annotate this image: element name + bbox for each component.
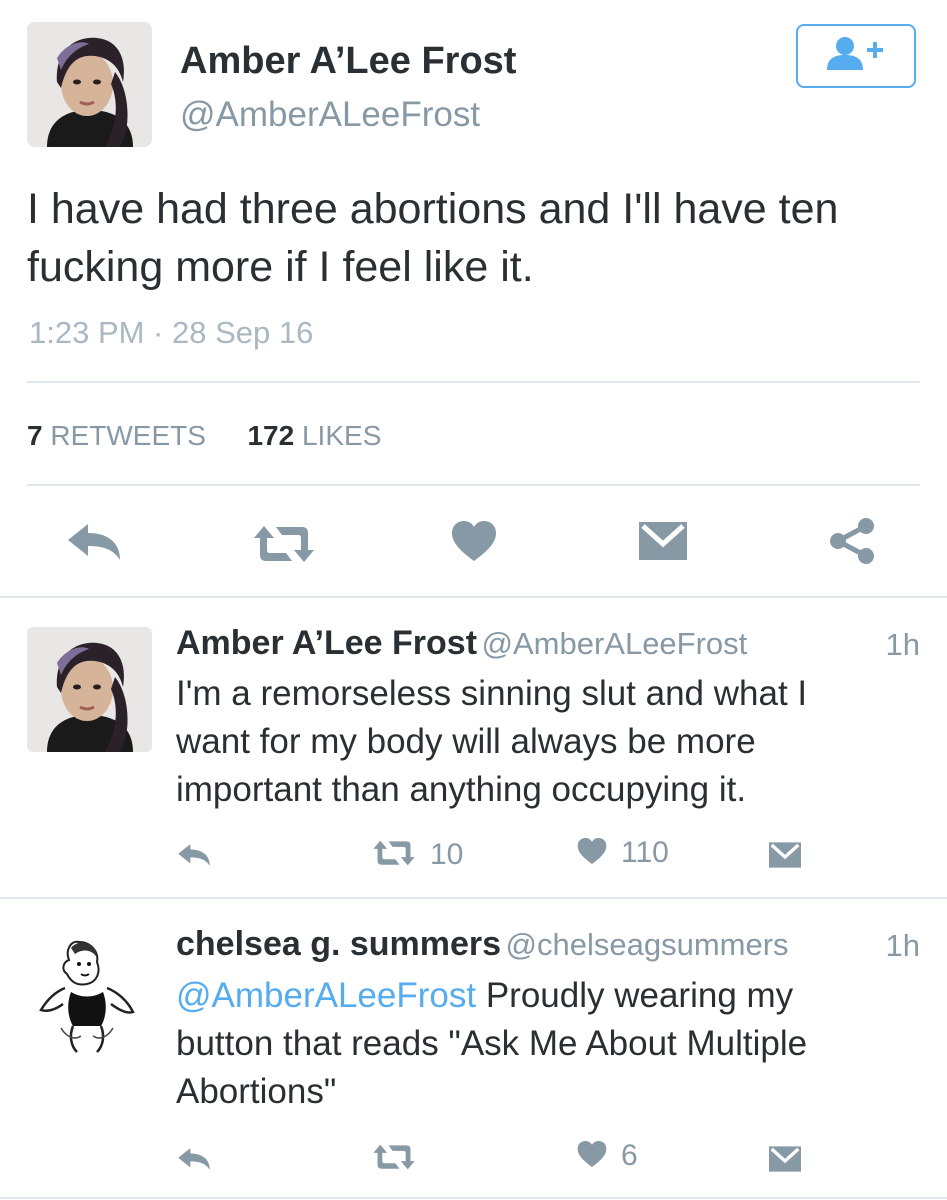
message-button[interactable] bbox=[769, 1146, 801, 1177]
like-button[interactable]: 6 bbox=[577, 1139, 638, 1173]
reply-button[interactable] bbox=[177, 842, 211, 873]
like-count: 110 bbox=[621, 836, 669, 869]
envelope-icon bbox=[769, 842, 801, 873]
reply-text-line: Abortions" bbox=[176, 1072, 337, 1111]
retweets-count: 7 bbox=[27, 420, 43, 451]
author-handle[interactable]: @AmberALeeFrost bbox=[180, 95, 480, 135]
reply-icon bbox=[177, 1146, 211, 1177]
reply-text: @AmberALeeFrost Proudly wearing my butto… bbox=[176, 972, 916, 1116]
reply-time[interactable]: 1h bbox=[886, 627, 920, 663]
reply-icon bbox=[66, 522, 122, 567]
reply-author-handle[interactable]: @AmberALeeFrost bbox=[482, 626, 748, 661]
retweet-icon bbox=[252, 524, 316, 569]
like-count: 6 bbox=[621, 1139, 638, 1172]
reply-icon bbox=[177, 842, 211, 873]
reply-text-line: I'm a remorseless sinning slut and what … bbox=[176, 674, 808, 713]
reply-text-line: important than anything occupying it. bbox=[176, 770, 747, 809]
retweet-button[interactable] bbox=[252, 524, 316, 569]
reply-avatar[interactable] bbox=[27, 928, 152, 1053]
reply-text-line: button that reads "Ask Me About Multiple bbox=[176, 1024, 808, 1063]
divider bbox=[27, 381, 920, 383]
author-avatar[interactable] bbox=[27, 22, 152, 147]
share-icon bbox=[829, 518, 875, 569]
reply-button[interactable] bbox=[66, 522, 122, 567]
author-name[interactable]: Amber A’Lee Frost bbox=[180, 40, 516, 83]
likes-stat[interactable]: 172 LIKES bbox=[247, 420, 381, 451]
retweet-button[interactable]: 10 bbox=[372, 838, 463, 872]
reply-button[interactable] bbox=[177, 1146, 211, 1177]
tweet-text: I have had three abortions and I'll have… bbox=[27, 180, 927, 296]
retweets-stat[interactable]: 7 RETWEETS bbox=[27, 420, 206, 451]
follow-button[interactable] bbox=[796, 24, 916, 88]
follow-user-icon bbox=[825, 36, 887, 77]
retweet-button[interactable] bbox=[372, 1143, 416, 1176]
reply-text-line: @AmberALeeFrost Proudly wearing my bbox=[176, 972, 916, 1020]
reply-time[interactable]: 1h bbox=[886, 928, 920, 964]
retweet-count: 10 bbox=[430, 838, 464, 871]
like-button[interactable]: 110 bbox=[577, 836, 669, 870]
like-button[interactable] bbox=[451, 520, 497, 567]
heart-icon bbox=[451, 520, 497, 567]
heart-icon bbox=[577, 837, 607, 870]
envelope-icon bbox=[769, 1146, 801, 1177]
divider bbox=[0, 897, 947, 899]
likes-label: LIKES bbox=[301, 420, 382, 451]
reply-header: Amber A’Lee Frost @AmberALeeFrost bbox=[176, 624, 747, 663]
message-button[interactable] bbox=[639, 522, 687, 565]
divider bbox=[0, 1197, 947, 1199]
divider bbox=[0, 596, 947, 598]
share-button[interactable] bbox=[829, 518, 875, 569]
heart-icon bbox=[577, 1140, 607, 1173]
reply-author-name[interactable]: chelsea g. summers bbox=[176, 925, 501, 963]
reply-text-line: want for my body will always be more bbox=[176, 722, 756, 761]
reply-text-fragment: Proudly wearing my bbox=[476, 976, 794, 1015]
message-button[interactable] bbox=[769, 842, 801, 873]
retweet-icon bbox=[372, 1143, 416, 1176]
divider bbox=[27, 484, 920, 486]
reply-header: chelsea g. summers @chelseagsummers bbox=[176, 925, 789, 964]
tweet-text-line: fucking more if I feel like it. bbox=[27, 243, 534, 291]
tweet-timestamp: 1:23 PM · 28 Sep 16 bbox=[29, 315, 314, 350]
tweet-text-line: I have had three abortions and I'll have… bbox=[27, 185, 839, 233]
reply-avatar[interactable] bbox=[27, 627, 152, 752]
reply-author-name[interactable]: Amber A’Lee Frost bbox=[176, 624, 477, 662]
tweet-stats: 7 RETWEETS 172 LIKES bbox=[27, 420, 381, 452]
reply-author-handle[interactable]: @chelseagsummers bbox=[506, 927, 789, 962]
reply-text: I'm a remorseless sinning slut and what … bbox=[176, 670, 916, 814]
retweets-label: RETWEETS bbox=[50, 420, 206, 451]
likes-count: 172 bbox=[247, 420, 295, 451]
retweet-icon bbox=[372, 839, 416, 872]
mention-link[interactable]: @AmberALeeFrost bbox=[176, 976, 476, 1015]
envelope-icon bbox=[639, 522, 687, 565]
